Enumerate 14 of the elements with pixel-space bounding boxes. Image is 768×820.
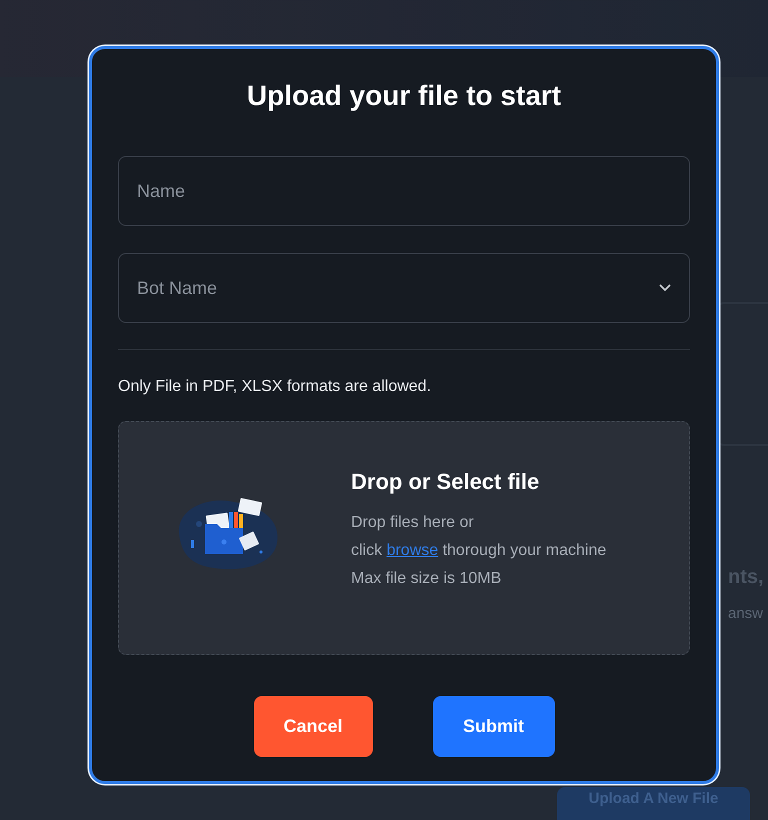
drop-title: Drop or Select file xyxy=(351,469,540,495)
browse-link[interactable]: browse xyxy=(386,542,438,559)
chevron-down-icon xyxy=(659,284,671,292)
drop-instruction: click browse thorough your machine xyxy=(351,541,606,561)
cancel-button[interactable]: Cancel xyxy=(254,696,372,757)
dialog-title: Upload your file to start xyxy=(246,80,562,112)
description-text: answ xyxy=(728,605,764,622)
drop-zone[interactable]: Drop or Select file Drop files here or click browse thorough your machine Max file size is 10MB xyxy=(118,421,690,655)
submit-button[interactable]: Submit xyxy=(432,696,554,757)
bot-name-select[interactable]: Bot Name xyxy=(118,253,690,323)
drop-instruction: Drop files here or xyxy=(351,513,475,533)
size-limit-text: Max file size is 10MB xyxy=(351,569,502,589)
format-hint: Only File in PDF, XLSX formats are allowed. xyxy=(118,378,432,396)
name-field[interactable]: Name xyxy=(118,156,690,226)
